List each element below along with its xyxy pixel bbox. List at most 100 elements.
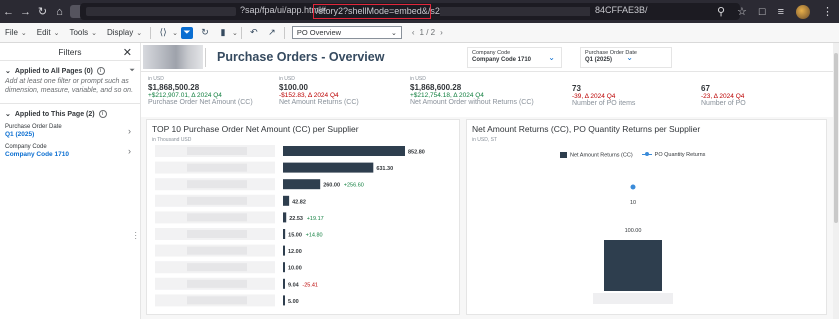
toolbar-divider bbox=[240, 26, 242, 39]
bookmark-star-icon[interactable]: ☆ bbox=[737, 5, 747, 18]
this-page-title: Applied to This Page (2) bbox=[14, 110, 95, 118]
home-icon[interactable]: ⌂ bbox=[51, 6, 68, 18]
supplier-label-redacted bbox=[187, 279, 247, 288]
story-canvas: Purchase Orders - Overview Company Code … bbox=[141, 43, 839, 319]
kpi-label: Number of PO items bbox=[572, 100, 636, 107]
bar bbox=[283, 262, 285, 273]
info-icon[interactable]: i bbox=[96, 67, 105, 75]
story-header: Purchase Orders - Overview Company Code … bbox=[141, 43, 833, 72]
bookmark-icon[interactable]: ▮ bbox=[217, 27, 229, 39]
panel-resize-handle[interactable]: · · · bbox=[134, 229, 137, 243]
kpi-net-amount-returns[interactable]: in USD $100.00 -$152.83, Δ 2024 Q4 Net A… bbox=[279, 76, 359, 106]
file-menu-label: File bbox=[5, 28, 18, 37]
company-code-filter-value: Company Code 1710 bbox=[472, 57, 532, 63]
supplier-label-redacted bbox=[187, 296, 247, 305]
code-icon[interactable]: ⟨⟩ bbox=[157, 27, 169, 39]
kpi-value: $1,868,600.28 bbox=[410, 83, 462, 92]
bar-value-label: 22.53 bbox=[289, 216, 303, 222]
close-icon[interactable]: ✕ bbox=[123, 46, 132, 59]
all-pages-header[interactable]: ⌄ Applied to All Pages (0) i ⏷ bbox=[5, 67, 135, 75]
undo-icon[interactable]: ↶ bbox=[248, 27, 260, 39]
bar-variance-label: +14.80 bbox=[306, 233, 323, 239]
refresh-icon[interactable]: ↻ bbox=[199, 27, 211, 39]
kpi-delta: +$212,754.18, Δ 2024 Q4 bbox=[410, 92, 484, 99]
app-toolbar: File ⌄ Edit ⌄ Tools ⌄ Display ⌄ ⟨⟩ ⌄ ⏷ ↻ ▮ ⌄… bbox=[0, 23, 839, 43]
page-title: Purchase Orders - Overview bbox=[217, 50, 385, 64]
returns-supplier-chart-card[interactable]: Net Amount Returns (CC), PO Quantity Ret… bbox=[466, 119, 827, 315]
all-pages-note: Add at least one filter or prompt such a… bbox=[5, 78, 134, 94]
chevron-down-icon[interactable]: ⌄ bbox=[172, 29, 178, 37]
bar bbox=[283, 162, 374, 173]
po-date-filter[interactable]: Purchase Order Date Q1 (2025) ⌄ bbox=[580, 47, 672, 68]
bar-value-label: 631.30 bbox=[376, 166, 393, 172]
forward-icon[interactable]: → bbox=[17, 6, 34, 18]
line-point bbox=[630, 184, 636, 190]
page-indicator: 1 / 2 bbox=[419, 28, 436, 37]
kpi-net-amount-without-returns[interactable]: in USD $1,868,600.28 +$212,754.18, Δ 202… bbox=[410, 76, 534, 106]
bar-value-label: 15.00 bbox=[288, 233, 302, 239]
page-select-value: PO Overview bbox=[296, 28, 342, 37]
company-logo bbox=[143, 45, 203, 69]
filter-icon[interactable]: ⏷ bbox=[180, 26, 193, 39]
address-bar[interactable]: ?sap/fpa/ui/app.html# /story2?shellMode=… bbox=[80, 3, 740, 20]
chevron-right-icon: › bbox=[128, 146, 131, 156]
next-page-icon[interactable]: › bbox=[440, 28, 443, 37]
bar bbox=[604, 240, 662, 291]
kpi-label: Purchase Order Net Amount (CC) bbox=[148, 99, 253, 106]
kpi-po-net-amount[interactable]: in USD $1,868,500.28 +$212,907.01, Δ 202… bbox=[148, 76, 253, 106]
supplier-label-redacted bbox=[187, 230, 247, 238]
kpi-value: $100.00 bbox=[279, 83, 308, 92]
vertical-scrollbar[interactable] bbox=[833, 43, 839, 319]
bar-value-label: 9.04 bbox=[288, 282, 300, 288]
bar bbox=[283, 212, 287, 223]
filter-item-po-date[interactable]: Purchase Order Date Q1 (2025) › bbox=[5, 124, 135, 138]
profile-avatar[interactable] bbox=[796, 4, 810, 19]
chevron-down-icon: ⌄ bbox=[91, 29, 97, 37]
filter-add-icon[interactable]: ⏷ bbox=[129, 67, 135, 75]
bar bbox=[283, 278, 285, 289]
reload-icon[interactable]: ↻ bbox=[34, 5, 51, 18]
tools-menu-label: Tools bbox=[69, 28, 89, 37]
more-icon[interactable]: ⋮ bbox=[822, 5, 833, 18]
filter-item-value: Company Code 1710 bbox=[5, 151, 69, 158]
top10-bar-chart: 852.80 631.30 260.00 +256.60 42.82 22.53 +19.1… bbox=[155, 145, 425, 307]
this-page-section: ⌄ Applied to This Page (2) i Purchase Or… bbox=[0, 104, 140, 158]
kpi-label: Number of PO bbox=[701, 100, 746, 107]
menu-lines-icon[interactable]: ≡ bbox=[778, 6, 784, 18]
bar-value-label: 12.00 bbox=[288, 249, 302, 255]
tools-menu[interactable]: Tools ⌄ bbox=[64, 28, 102, 37]
prev-page-icon[interactable]: ‹ bbox=[412, 28, 415, 37]
kpi-number-po-items[interactable]: 73 -39, Δ 2024 Q4 Number of PO items bbox=[572, 83, 635, 107]
company-code-filter[interactable]: Company Code Company Code 1710 ⌄ bbox=[467, 47, 562, 68]
chevron-down-icon: ⌄ bbox=[53, 29, 60, 37]
kpi-number-po[interactable]: 67 -23, Δ 2024 Q4 Number of PO bbox=[701, 83, 746, 107]
file-menu[interactable]: File ⌄ bbox=[0, 28, 32, 37]
this-page-header[interactable]: ⌄ Applied to This Page (2) i bbox=[5, 110, 135, 118]
page-select[interactable]: PO Overview ⌄ bbox=[291, 26, 402, 39]
kpi-unit: in USD bbox=[279, 76, 295, 82]
edit-menu[interactable]: Edit ⌄ bbox=[32, 28, 65, 37]
filter-item-label: Purchase Order Date bbox=[5, 124, 62, 130]
filter-item-company-code[interactable]: Company Code Company Code 1710 › bbox=[5, 144, 135, 158]
browser-toolbar: ← → ↻ ⌂ ?sap/fpa/ui/app.html# /story2?sh… bbox=[0, 0, 839, 23]
supplier-label-redacted bbox=[187, 246, 247, 255]
header-divider bbox=[205, 48, 206, 67]
display-menu[interactable]: Display ⌄ bbox=[102, 28, 147, 37]
point-value-label: 10 bbox=[630, 200, 636, 206]
back-icon[interactable]: ← bbox=[0, 6, 17, 18]
filter-item-value: Q1 (2025) bbox=[5, 131, 35, 138]
bar-variance-label: +256.60 bbox=[344, 183, 364, 189]
bar-value-label: 852.80 bbox=[408, 150, 425, 156]
bar bbox=[283, 146, 405, 156]
bar-variance-label: +19.17 bbox=[307, 216, 324, 222]
bar-value-label: 100.00 bbox=[625, 228, 642, 234]
share-icon[interactable]: ↗ bbox=[266, 27, 278, 39]
chevron-down-icon[interactable]: ⌄ bbox=[232, 29, 238, 37]
top10-supplier-chart-card[interactable]: TOP 10 Purchase Order Net Amount (CC) pe… bbox=[146, 119, 460, 315]
extensions-icon[interactable]: □ bbox=[759, 6, 766, 18]
display-menu-label: Display bbox=[107, 28, 134, 37]
chevron-down-icon: ⌄ bbox=[136, 29, 143, 37]
info-icon[interactable]: i bbox=[98, 110, 107, 118]
bar-value-label: 10.00 bbox=[288, 266, 302, 272]
zoom-icon[interactable]: ⚲ bbox=[717, 5, 725, 18]
